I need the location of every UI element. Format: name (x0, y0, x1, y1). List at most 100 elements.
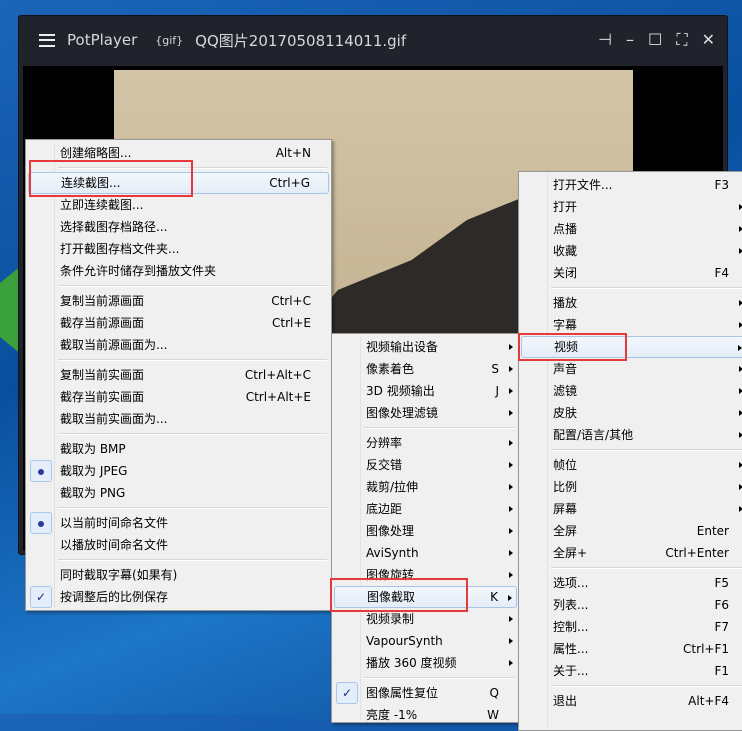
menu-separator (28, 556, 329, 564)
menu-item-label: 截取为 PNG (60, 486, 126, 500)
menu-item[interactable]: 图像处理 (334, 520, 517, 542)
menu-item[interactable]: 播放 360 度视频 (334, 652, 517, 674)
menu-item[interactable]: 点播 (521, 218, 742, 240)
menu-item-shortcut: Ctrl+E (272, 316, 311, 330)
pin-icon[interactable]: ⊣ (598, 30, 612, 50)
menu-item-shortcut: Ctrl+F1 (683, 642, 729, 656)
menu-item[interactable]: 截存当前实画面 Ctrl+Alt+E (28, 386, 329, 408)
menu-item[interactable]: 分辨率 (334, 432, 517, 454)
menu-item[interactable]: 连续截图... Ctrl+G (28, 172, 329, 194)
menu-item[interactable]: AviSynth (334, 542, 517, 564)
menu-item[interactable]: 截存当前源画面 Ctrl+E (28, 312, 329, 334)
menu-item-label: 帧位 (553, 458, 578, 472)
menu-item[interactable]: 收藏 (521, 240, 742, 262)
menu-item[interactable]: 截取为 JPEG (28, 460, 329, 482)
menu-item[interactable]: 3D 视频输出 J (334, 380, 517, 402)
menu-item[interactable]: ✓ 按调整后的比例保存 (28, 586, 329, 608)
menu-item[interactable]: 打开 (521, 196, 742, 218)
menu-item[interactable]: 截取当前实画面为... (28, 408, 329, 430)
menu-item[interactable]: 视频输出设备 (334, 336, 517, 358)
menu-item[interactable]: 退出 Alt+F4 (521, 690, 742, 712)
menu-item[interactable]: 全屏 Enter (521, 520, 742, 542)
menu-item[interactable]: 以播放时间命名文件 (28, 534, 329, 556)
menu-item[interactable]: 截取为 BMP (28, 438, 329, 460)
menu-item[interactable]: 裁剪/拉伸 (334, 476, 517, 498)
menu-item-label: 像素着色 (366, 362, 415, 376)
menu-item[interactable]: 选项... F5 (521, 572, 742, 594)
menu-item[interactable]: VapourSynth (334, 630, 517, 652)
menu-item[interactable]: 全屏+ Ctrl+Enter (521, 542, 742, 564)
menu-item[interactable]: 比例 (521, 476, 742, 498)
close-icon[interactable]: ✕ (702, 30, 715, 50)
menu-item[interactable]: 列表... F6 (521, 594, 742, 616)
menu-item[interactable]: 声音 (521, 358, 742, 380)
menu-item[interactable]: 关于... F1 (521, 660, 742, 682)
menu-item-label: 底边距 (366, 502, 403, 516)
menu-separator (28, 282, 329, 290)
menu-item[interactable]: 图像处理滤镜 (334, 402, 517, 424)
menu-item-shortcut: Ctrl+G (269, 176, 310, 190)
submenu-arrow-icon (509, 388, 513, 394)
menu-item-label: 字幕 (553, 318, 578, 332)
menu-item-label: AviSynth (366, 546, 419, 560)
menu-item-label: 图像属性复位 (366, 686, 439, 700)
menu-separator (28, 430, 329, 438)
menu-item-shortcut: S (491, 362, 499, 376)
menu-item-label: 反交错 (366, 458, 403, 472)
menu-item[interactable]: 复制当前源画面 Ctrl+C (28, 290, 329, 312)
menu-item-label: 点播 (553, 222, 578, 236)
submenu-arrow-icon (509, 484, 513, 490)
menu-item-label: 条件允许时储存到播放文件夹 (60, 264, 217, 278)
menu-item[interactable]: 同时截取字幕(如果有) (28, 564, 329, 586)
menu-item[interactable]: 配置/语言/其他 (521, 424, 742, 446)
menu-item-label: 截取当前源画面为... (60, 338, 168, 352)
maximize-icon[interactable]: ☐ (648, 30, 662, 50)
menu-item[interactable]: ✓ 图像属性复位 Q (334, 682, 517, 704)
menu-item[interactable]: 滤镜 (521, 380, 742, 402)
menu-item[interactable]: 皮肤 (521, 402, 742, 424)
menu-item-shortcut: F5 (714, 576, 729, 590)
menu-item-shortcut: Enter (696, 524, 729, 538)
menu-item[interactable]: 复制当前实画面 Ctrl+Alt+C (28, 364, 329, 386)
file-format: {gif} (155, 33, 184, 47)
submenu-arrow-icon (509, 550, 513, 556)
minimize-icon[interactable]: – (626, 30, 634, 50)
menu-item[interactable]: 图像旋转 (334, 564, 517, 586)
menu-item[interactable]: 反交错 (334, 454, 517, 476)
menu-item[interactable]: 视频录制 (334, 608, 517, 630)
menu-item[interactable]: 播放 (521, 292, 742, 314)
menu-item[interactable]: 像素着色 S (334, 358, 517, 380)
menu-item[interactable]: 截取为 PNG (28, 482, 329, 504)
menu-item[interactable]: 帧位 (521, 454, 742, 476)
menu-item[interactable]: 打开文件... F3 (521, 174, 742, 196)
menu-item-label: 声音 (553, 362, 578, 376)
menu-item[interactable]: 字幕 (521, 314, 742, 336)
menu-item-shortcut: F4 (714, 266, 729, 280)
submenu-arrow-icon (509, 366, 513, 372)
menu-icon[interactable] (39, 33, 55, 47)
menu-item[interactable]: 属性... Ctrl+F1 (521, 638, 742, 660)
menu-item-label: 图像旋转 (366, 568, 415, 582)
fullscreen-icon[interactable]: ⛶ (676, 30, 687, 50)
menu-item[interactable]: 以当前时间命名文件 (28, 512, 329, 534)
menu-item-label: 收藏 (553, 244, 578, 258)
menu-item-label: 亮度 -1% (366, 708, 418, 722)
menu-item[interactable]: 底边距 (334, 498, 517, 520)
submenu-arrow-icon (509, 506, 513, 512)
radio-dot-icon (30, 460, 52, 482)
submenu-arrow-icon (509, 660, 513, 666)
menu-item[interactable]: 视频 (521, 336, 742, 358)
menu-item[interactable]: 选择截图存档路径... (28, 216, 329, 238)
menu-item-label: 视频输出设备 (366, 340, 439, 354)
menu-item-label: 创建缩略图... (60, 146, 132, 160)
menu-item[interactable]: 条件允许时储存到播放文件夹 (28, 260, 329, 282)
menu-item[interactable]: 创建缩略图... Alt+N (28, 142, 329, 164)
menu-item[interactable]: 关闭 F4 (521, 262, 742, 284)
menu-item[interactable]: 屏幕 (521, 498, 742, 520)
menu-item[interactable]: 打开截图存档文件夹... (28, 238, 329, 260)
menu-item[interactable]: 控制... F7 (521, 616, 742, 638)
menu-item[interactable]: 立即连续截图... (28, 194, 329, 216)
menu-item[interactable]: 截取当前源画面为... (28, 334, 329, 356)
menu-item[interactable]: 图像截取 K (334, 586, 517, 608)
menu-item-label: 选项... (553, 576, 589, 590)
